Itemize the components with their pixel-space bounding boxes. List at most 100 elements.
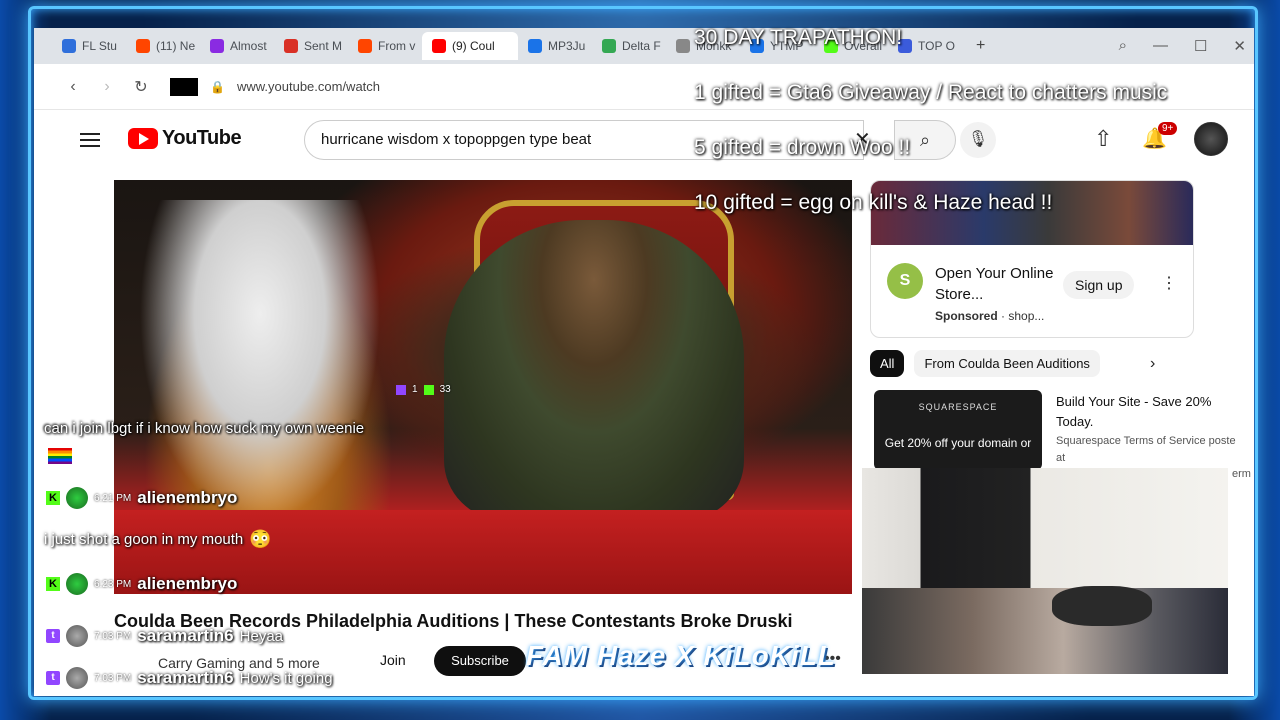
- download-icon: [528, 39, 542, 53]
- browser-tab[interactable]: MP3Ju: [518, 32, 592, 60]
- chat-username: saramartin6: [137, 668, 234, 687]
- reddit-icon: [358, 39, 372, 53]
- window-controls: ⌕ — ☐ ✕: [1119, 37, 1254, 55]
- squarespace-logo-text: SQUARESPACE: [918, 402, 998, 412]
- ad-sponsored-line: Sponsored · shop...: [935, 309, 1044, 323]
- stream-logo: FAM Haze X KiLoKiLL: [526, 640, 836, 671]
- gmail-icon: [284, 39, 298, 53]
- new-tab-button[interactable]: +: [976, 37, 985, 55]
- video-person: [444, 220, 744, 520]
- minimize-icon[interactable]: —: [1153, 37, 1168, 55]
- tab-label: From v: [378, 39, 416, 53]
- drive-icon: [602, 39, 616, 53]
- youtube-play-icon: [128, 128, 158, 149]
- twitch-icon: t: [46, 629, 60, 643]
- browser-tab[interactable]: FL Stu: [52, 32, 126, 60]
- tab-favicon-icon: [62, 39, 76, 53]
- tab-label: Sent M: [304, 39, 343, 53]
- browser-tab-active[interactable]: (9) Coul: [422, 32, 518, 60]
- tab-label: Delta F: [622, 39, 661, 53]
- kick-sub-count: 33: [439, 384, 451, 395]
- subscribe-button[interactable]: Subscribe: [434, 646, 526, 676]
- thumbnail-copy: Get 20% off your domain or: [884, 436, 1032, 450]
- join-button[interactable]: Join: [380, 652, 406, 668]
- twitch-sub-count: 1: [412, 384, 418, 395]
- kick-icon: K: [46, 577, 60, 591]
- tab-label: TOP O: [918, 39, 955, 53]
- chat-username: alienembryo: [137, 488, 238, 507]
- filter-chips: All From Coulda Been Auditions ›: [870, 350, 1155, 377]
- chat-user-row: K 6:21 PM alienembryo: [46, 487, 237, 509]
- chip-from-channel[interactable]: From Coulda Been Auditions: [914, 350, 1100, 377]
- kick-icon: K: [46, 491, 60, 505]
- shopify-icon: S: [887, 263, 923, 299]
- ad-signup-button[interactable]: Sign up: [1063, 271, 1135, 299]
- pride-flag-icon: [48, 448, 72, 464]
- user-avatar: [66, 667, 88, 689]
- chat-user-row: t 7:03 PM saramartin6 How's it going: [46, 667, 333, 689]
- youtube-header: YouTube hurricane wisdom x topoppgen typ…: [34, 110, 1254, 170]
- sponsored-label: Sponsored: [935, 309, 998, 323]
- chat-message: can i join lbgt if i know how suck my ow…: [44, 420, 365, 437]
- create-icon[interactable]: ⇧: [1094, 126, 1112, 152]
- ad-title: Open Your Online Store...: [935, 265, 1054, 303]
- tab-label: MP3Ju: [548, 39, 586, 53]
- webcam-feed: [862, 468, 1228, 674]
- twitch-icon: t: [46, 671, 60, 685]
- webcam-pillow: [1052, 586, 1152, 626]
- goal-5-gifted: 5 gifted = drown Woo !!: [694, 136, 911, 159]
- sub-counter: 1 33: [396, 384, 451, 395]
- youtube-logo[interactable]: YouTube: [128, 127, 242, 150]
- redacted-box: [170, 77, 198, 96]
- user-avatar: [66, 625, 88, 647]
- ad-advertiser: · shop...: [1001, 309, 1045, 323]
- goal-10-gifted: 10 gifted = egg on kill's & Haze head !!: [694, 191, 1053, 214]
- recommended-thumbnail[interactable]: SQUARESPACE Get 20% off your domain or: [874, 390, 1042, 470]
- back-icon[interactable]: ‹: [56, 78, 90, 96]
- hamburger-menu-icon[interactable]: [80, 129, 100, 151]
- recommended-meta: Squarespace Terms of Service poste at: [1056, 435, 1236, 464]
- maximize-icon[interactable]: ☐: [1194, 37, 1207, 55]
- chat-time: 7:03 PM: [94, 672, 132, 684]
- tab-strip: FL Stu (11) Ne Almost Sent M From v (9) …: [34, 28, 1254, 64]
- alien-avatar: [66, 573, 88, 595]
- chat-time: 6:21 PM: [94, 492, 132, 504]
- browser-tab[interactable]: From v: [348, 32, 422, 60]
- chat-message: Heyaa: [239, 627, 283, 645]
- tab-label: FL Stu: [82, 39, 117, 53]
- chat-time: 6:23 PM: [94, 578, 132, 590]
- flushed-emoji-icon: 😳: [249, 529, 272, 549]
- tab-label: (9) Coul: [452, 39, 495, 53]
- recommended-title[interactable]: Build Your Site - Save 20% Today.: [1056, 392, 1236, 432]
- chevron-right-icon[interactable]: ›: [1150, 355, 1155, 373]
- account-avatar[interactable]: [1194, 122, 1228, 156]
- tab-favicon-icon: [136, 39, 150, 53]
- browser-tab[interactable]: Delta F: [592, 32, 666, 60]
- browser-tab[interactable]: (11) Ne: [126, 32, 200, 60]
- search-tabs-icon[interactable]: ⌕: [1119, 37, 1127, 55]
- browser-tab[interactable]: Sent M: [274, 32, 348, 60]
- lock-icon[interactable]: 🔒: [210, 80, 225, 94]
- chat-user-row: t 7:03 PM saramartin6 Heyaa: [46, 625, 283, 647]
- kick-sub-icon: [423, 384, 434, 395]
- mic-icon[interactable]: 🎙: [960, 122, 996, 158]
- chat-user-row: K 6:23 PM alienembryo: [46, 573, 237, 595]
- chip-all[interactable]: All: [870, 350, 905, 377]
- tab-favicon-icon: [210, 39, 224, 53]
- tab-label: (11) Ne: [156, 39, 196, 53]
- forward-icon[interactable]: ›: [90, 78, 124, 96]
- trapathon-heading: 30 DAY TRAPATHON!: [694, 26, 903, 49]
- goal-1-gifted: 1 gifted = Gta6 Giveaway / React to chat…: [694, 81, 1168, 104]
- ad-kebab-icon[interactable]: ⋮: [1161, 273, 1177, 293]
- browser-tab[interactable]: Almost: [200, 32, 274, 60]
- webcam-bed: [862, 588, 1228, 674]
- chat-message: How's it going: [239, 669, 333, 687]
- tab-favicon-icon: [676, 39, 690, 53]
- alien-avatar: [66, 487, 88, 509]
- recommended-meta-tail: erm: [1232, 468, 1251, 480]
- youtube-logo-text: YouTube: [162, 127, 242, 149]
- reload-icon[interactable]: ↻: [124, 77, 158, 97]
- url-field[interactable]: www.youtube.com/watch: [237, 79, 380, 94]
- close-icon[interactable]: ✕: [1233, 37, 1246, 55]
- twitch-sub-icon: [396, 384, 406, 395]
